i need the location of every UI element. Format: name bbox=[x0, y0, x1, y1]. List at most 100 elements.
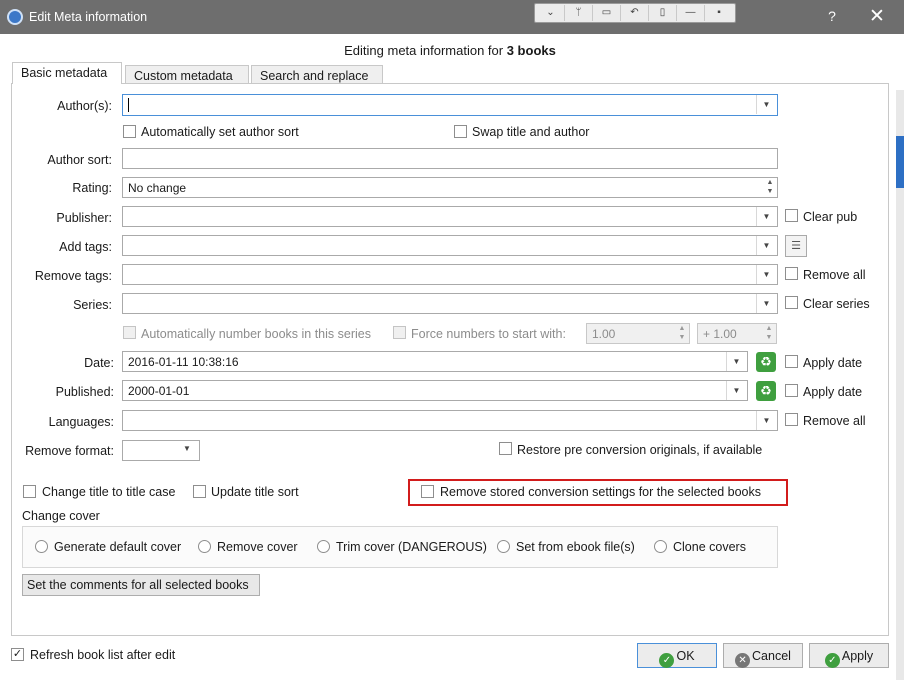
remove-all-languages-checkbox[interactable] bbox=[785, 413, 798, 426]
add-tags-input[interactable] bbox=[122, 235, 778, 256]
clear-pub-checkbox[interactable] bbox=[785, 209, 798, 222]
tool-icon[interactable]: ᛘ bbox=[565, 5, 593, 21]
window-title: Edit Meta information bbox=[29, 10, 148, 24]
author-sort-label: Author sort: bbox=[47, 153, 112, 167]
apply-date-checkbox[interactable] bbox=[785, 355, 798, 368]
auto-number-checkbox[interactable] bbox=[123, 326, 136, 339]
author-sort-input[interactable] bbox=[122, 148, 778, 169]
text-cursor bbox=[128, 98, 129, 112]
publisher-input[interactable] bbox=[122, 206, 778, 227]
swap-title-author-label: Swap title and author bbox=[472, 125, 590, 139]
tab-joint bbox=[13, 82, 121, 85]
generate-default-cover-radio[interactable] bbox=[35, 540, 48, 553]
remove-tags-input[interactable] bbox=[122, 264, 778, 285]
remove-all-languages-label: Remove all bbox=[803, 414, 866, 428]
chevron-down-icon[interactable]: ▼ bbox=[756, 294, 776, 313]
apply-published-label: Apply date bbox=[803, 385, 863, 399]
undo-icon[interactable]: ↶ bbox=[621, 5, 649, 21]
set-comments-button[interactable]: Set the comments for all selected books bbox=[22, 574, 260, 596]
chevron-down-icon[interactable]: ▼ bbox=[183, 444, 191, 453]
remove-conversion-checkbox[interactable] bbox=[421, 485, 434, 498]
apply-label: Apply bbox=[841, 649, 874, 663]
window-icon[interactable]: ▭ bbox=[593, 5, 621, 21]
chevron-down-icon[interactable]: ▼ bbox=[756, 95, 776, 114]
chevron-down-icon[interactable]: ▼ bbox=[726, 352, 746, 371]
minimize-icon[interactable]: — bbox=[677, 5, 705, 21]
chevron-down-icon[interactable]: ▼ bbox=[726, 381, 746, 400]
update-title-sort-checkbox[interactable] bbox=[193, 485, 206, 498]
force-numbers-label: Force numbers to start with: bbox=[411, 327, 566, 341]
ok-label: OK bbox=[676, 649, 695, 663]
published-label: Published: bbox=[55, 385, 114, 399]
auto-number-label: Automatically number books in this serie… bbox=[141, 327, 371, 341]
clear-series-checkbox[interactable] bbox=[785, 296, 798, 309]
languages-input[interactable] bbox=[122, 410, 778, 431]
rating-label: Rating: bbox=[72, 181, 112, 195]
cancel-label: Cancel bbox=[752, 649, 791, 663]
ok-button[interactable]: ✓ OK bbox=[637, 643, 717, 668]
book-count: 3 books bbox=[506, 43, 556, 58]
chevron-down-icon[interactable]: ▼ bbox=[756, 207, 776, 226]
published-input[interactable]: 2000-01-01 bbox=[122, 380, 748, 401]
restore-pre-label: Restore pre conversion originals, if ava… bbox=[517, 443, 763, 457]
generate-default-cover-label: Generate default cover bbox=[54, 540, 182, 554]
change-cover-label: Change cover bbox=[22, 509, 100, 523]
apply-button[interactable]: ✓ Apply bbox=[809, 643, 889, 668]
remove-cover-label: Remove cover bbox=[217, 540, 298, 554]
set-from-ebook-label: Set from ebook file(s) bbox=[516, 540, 635, 554]
refresh-checkbox[interactable]: ✓ bbox=[11, 648, 24, 661]
check-icon: ✓ bbox=[659, 653, 675, 668]
apply-date-label: Apply date bbox=[803, 356, 863, 370]
series-label: Series: bbox=[73, 298, 112, 312]
force-start-spin-arrows[interactable]: ▲ ▼ bbox=[677, 324, 687, 343]
clear-series-label: Clear series bbox=[803, 297, 870, 311]
check-icon: ✓ bbox=[824, 653, 840, 668]
trim-cover-radio[interactable] bbox=[317, 540, 330, 553]
remove-tags-label: Remove tags: bbox=[34, 269, 112, 283]
rating-spin-arrows[interactable]: ▲ ▼ bbox=[765, 178, 775, 197]
chevron-down-icon[interactable]: ▼ bbox=[756, 236, 776, 255]
floating-toolbar: ⌄ ᛘ ▭ ↶ ▯ — ▪ bbox=[534, 3, 736, 23]
date-input[interactable]: 2016-01-11 10:38:16 bbox=[122, 351, 748, 372]
editing-header: Editing meta information for 3 books bbox=[0, 43, 900, 58]
remove-format-label: Remove format: bbox=[25, 444, 114, 458]
reset-published-icon[interactable]: ♻ bbox=[756, 381, 776, 401]
remove-all-tags-checkbox[interactable] bbox=[785, 267, 798, 280]
force-numbers-checkbox[interactable] bbox=[393, 326, 406, 339]
remove-all-tags-label: Remove all bbox=[803, 268, 866, 282]
clear-pub-label: Clear pub bbox=[803, 210, 858, 224]
force-start-spinbox[interactable]: 1.00 bbox=[586, 323, 690, 344]
change-title-case-checkbox[interactable] bbox=[23, 485, 36, 498]
series-input[interactable] bbox=[122, 293, 778, 314]
chevron-down-icon[interactable]: ▼ bbox=[756, 411, 776, 430]
restore-pre-checkbox[interactable] bbox=[499, 442, 512, 455]
rating-spinbox[interactable]: No change bbox=[122, 177, 778, 198]
refresh-label: Refresh book list after edit bbox=[30, 648, 176, 662]
cancel-button[interactable]: ✕ Cancel bbox=[723, 643, 803, 668]
clone-covers-label: Clone covers bbox=[673, 540, 746, 554]
trim-cover-label: Trim cover (DANGEROUS) bbox=[336, 540, 487, 554]
clone-covers-radio[interactable] bbox=[654, 540, 667, 553]
auto-author-sort-label: Automatically set author sort bbox=[141, 125, 299, 139]
authors-label: Author(s): bbox=[57, 99, 112, 113]
authors-input[interactable] bbox=[122, 94, 778, 116]
close-icon[interactable]: ✕ bbox=[866, 5, 888, 28]
calibre-app-icon bbox=[7, 9, 23, 25]
tag-editor-icon[interactable]: ☰ bbox=[785, 235, 807, 257]
languages-label: Languages: bbox=[48, 415, 114, 429]
collapse-icon[interactable]: ⌄ bbox=[537, 5, 565, 21]
restore-icon[interactable]: ▪ bbox=[705, 5, 733, 21]
auto-author-sort-checkbox[interactable] bbox=[123, 125, 136, 138]
pin-icon[interactable]: ▯ bbox=[649, 5, 677, 21]
date-label: Date: bbox=[84, 356, 114, 370]
remove-conversion-label: Remove stored conversion settings for th… bbox=[440, 485, 762, 499]
apply-published-checkbox[interactable] bbox=[785, 384, 798, 397]
chevron-down-icon[interactable]: ▼ bbox=[756, 265, 776, 284]
set-from-ebook-radio[interactable] bbox=[497, 540, 510, 553]
change-title-case-label: Change title to title case bbox=[42, 485, 176, 499]
remove-cover-radio[interactable] bbox=[198, 540, 211, 553]
reset-date-icon[interactable]: ♻ bbox=[756, 352, 776, 372]
help-button[interactable]: ? bbox=[822, 8, 842, 24]
swap-title-author-checkbox[interactable] bbox=[454, 125, 467, 138]
force-increment-spin-arrows[interactable]: ▲ ▼ bbox=[764, 324, 774, 343]
